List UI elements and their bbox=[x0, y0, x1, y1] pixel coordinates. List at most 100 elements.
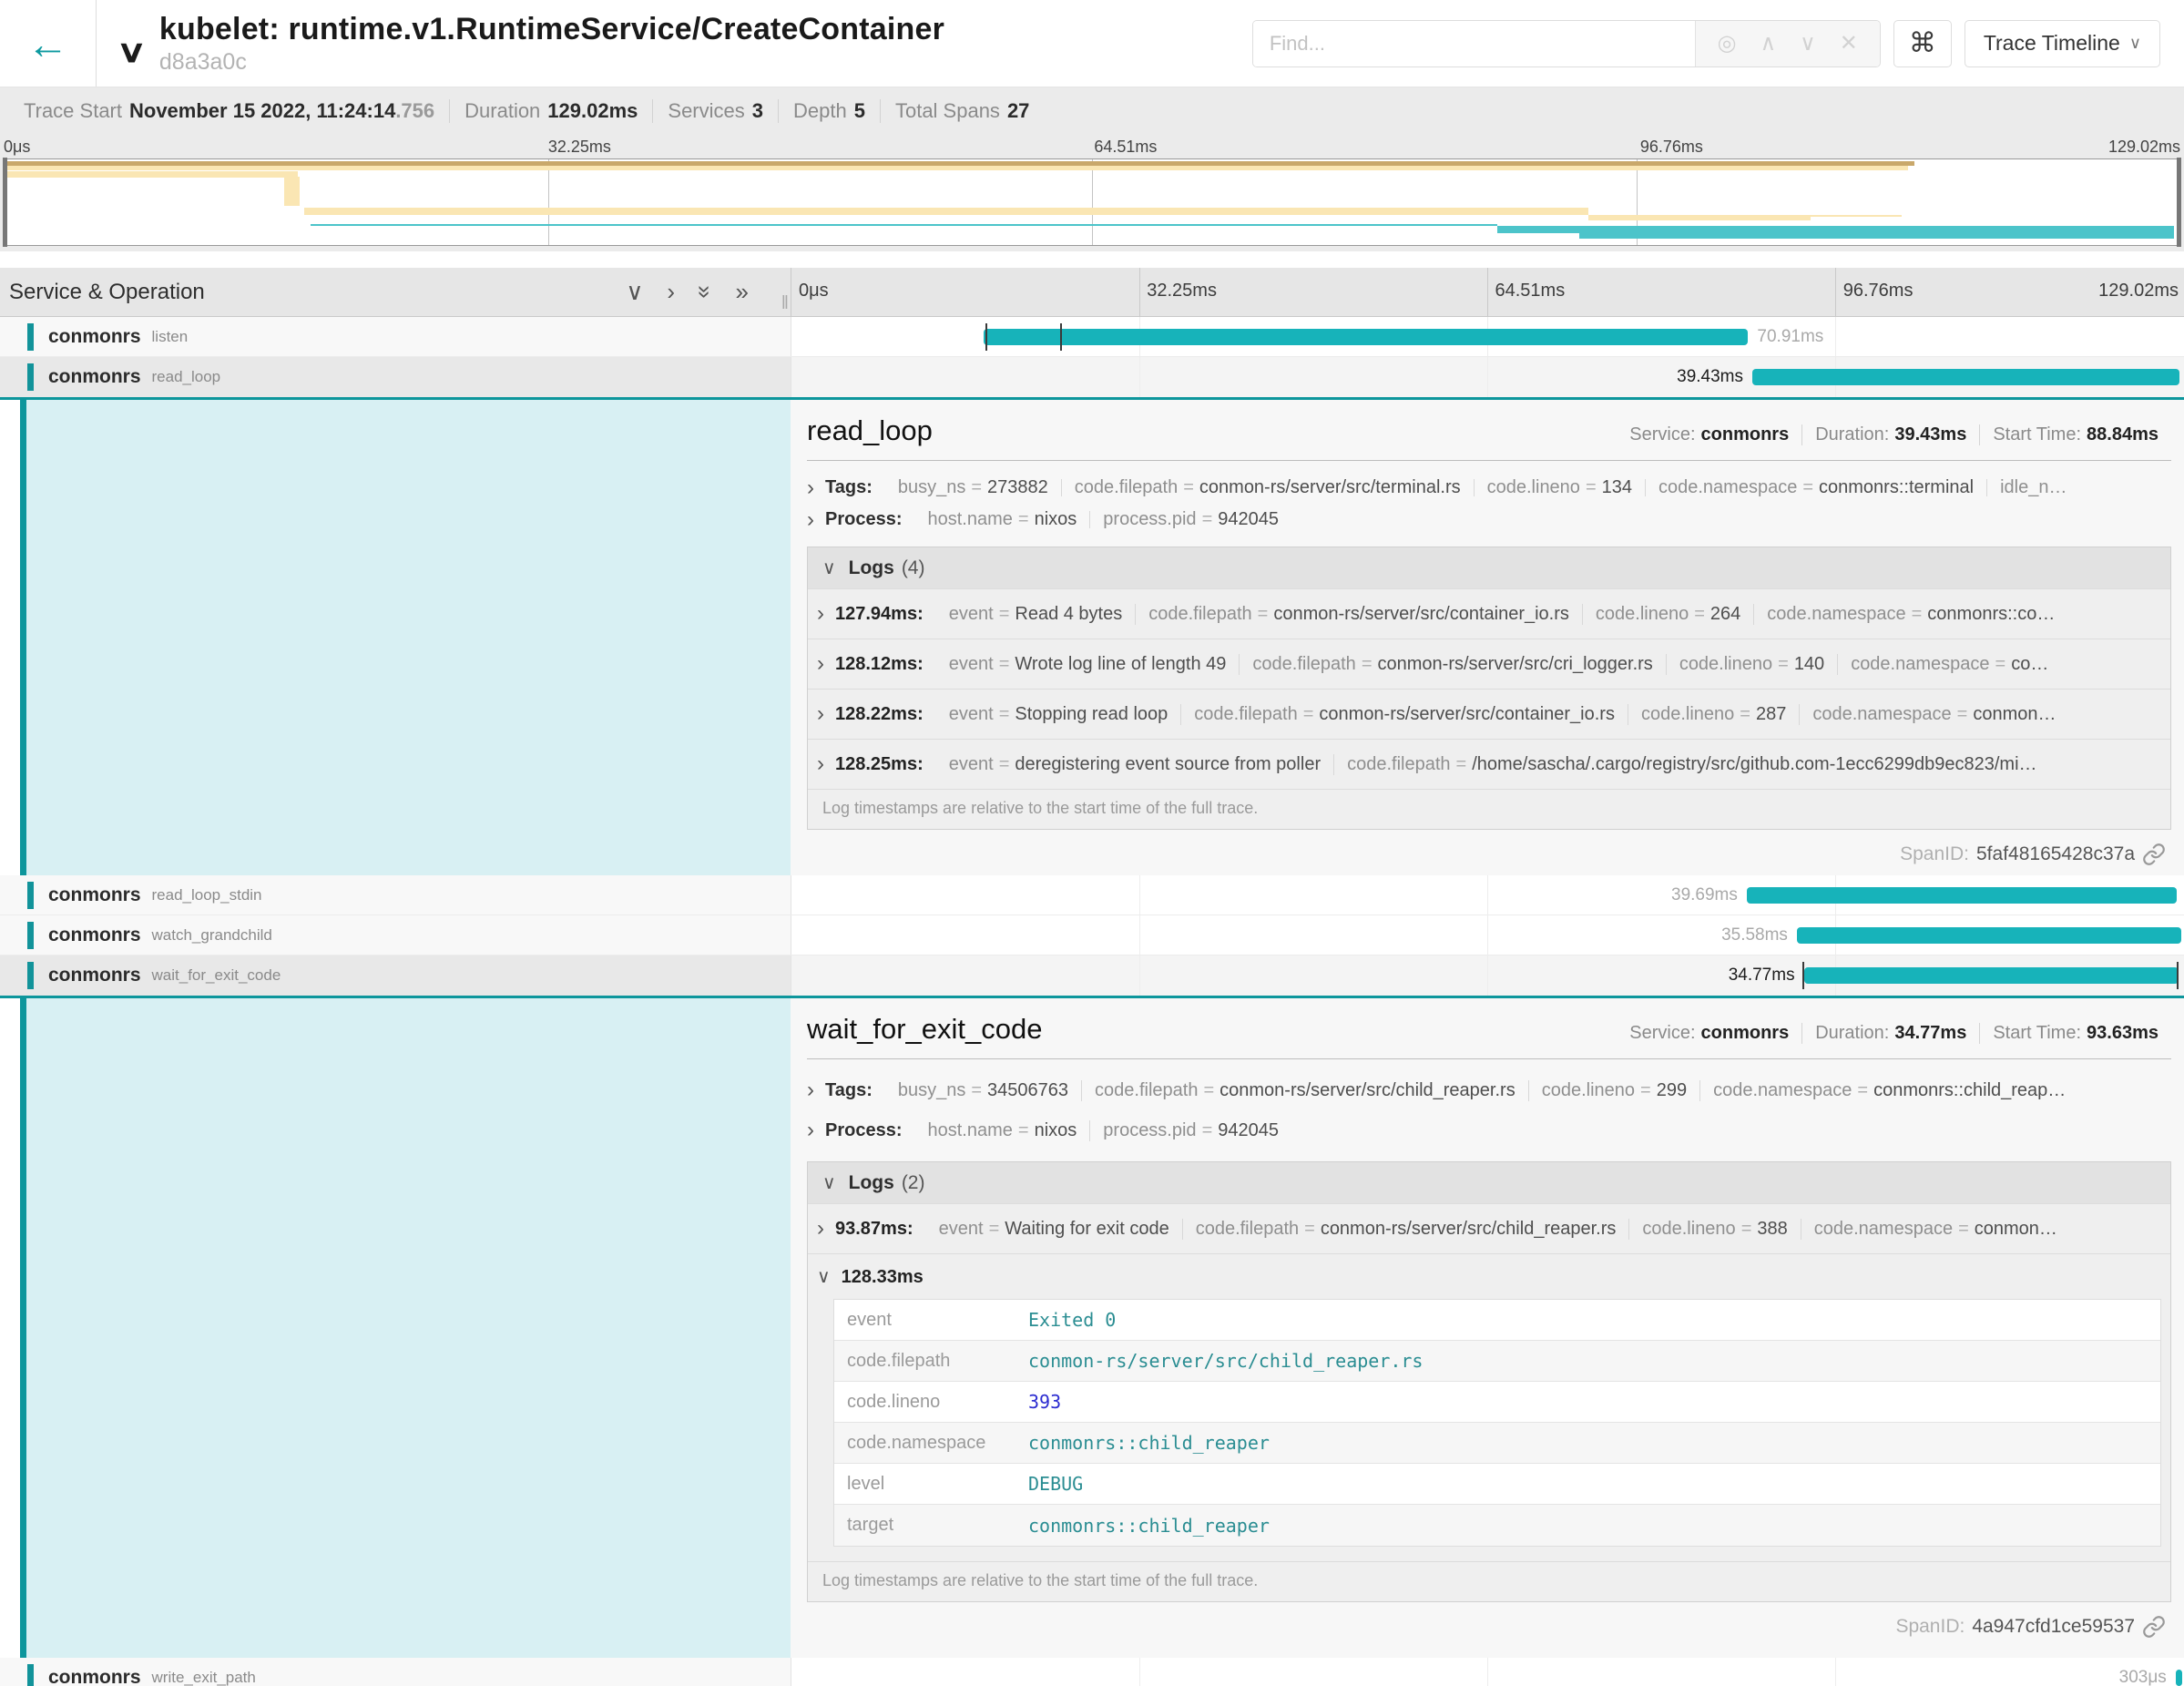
log-field-row: code.namespaceconmonrs::child_reaper bbox=[834, 1423, 2160, 1464]
view-selector-button[interactable]: Trace Timeline ∨ bbox=[1965, 20, 2160, 67]
span-detail-panel: wait_for_exit_codeService:conmonrsDurati… bbox=[0, 998, 2184, 1658]
attribute-field: event=Read 4 bytes bbox=[936, 604, 1135, 625]
expand-all-icon[interactable]: » bbox=[736, 278, 749, 306]
find-input[interactable] bbox=[1253, 21, 1695, 66]
expander-chevron-icon[interactable]: › bbox=[817, 1216, 824, 1242]
service-name: conmonrs bbox=[48, 965, 141, 986]
detail-meta-value: 88.84ms bbox=[2087, 424, 2158, 444]
next-match-icon[interactable]: ∨ bbox=[1800, 30, 1816, 56]
collapse-one-icon[interactable]: ∨ bbox=[626, 278, 643, 306]
process-row-label: Process: bbox=[825, 1120, 903, 1141]
span-duration-bar[interactable] bbox=[1747, 887, 2177, 904]
copy-link-icon[interactable] bbox=[2142, 843, 2166, 866]
expander-chevron-icon[interactable]: › bbox=[817, 601, 824, 627]
service-color-marker bbox=[27, 363, 34, 391]
minimap-canvas[interactable] bbox=[3, 158, 2181, 246]
minimap-right-handle[interactable] bbox=[2177, 158, 2181, 247]
attribute-field: process.pid=942045 bbox=[1089, 1120, 1291, 1141]
detail-meta-item: Duration:39.43ms bbox=[1801, 424, 1979, 445]
span-name-cell[interactable]: conmonrswatch_grandchild bbox=[0, 915, 791, 955]
expander-chevron-icon[interactable]: › bbox=[807, 1078, 814, 1103]
keyboard-shortcuts-button[interactable]: ⌘ bbox=[1893, 20, 1952, 67]
expander-chevron-icon[interactable]: › bbox=[807, 1118, 814, 1143]
divider bbox=[807, 460, 2171, 461]
expanded-log-entry[interactable]: ∨128.33ms bbox=[808, 1253, 2170, 1293]
logs-header[interactable]: ∨Logs(2) bbox=[808, 1162, 2170, 1203]
expand-one-icon[interactable]: › bbox=[667, 278, 675, 306]
expander-chevron-icon[interactable]: › bbox=[807, 511, 814, 528]
log-entry[interactable]: ›128.22ms:event=Stopping read loopcode.f… bbox=[808, 689, 2170, 739]
operation-name: listen bbox=[152, 328, 189, 346]
detail-content: read_loopService:conmonrsDuration:39.43m… bbox=[791, 400, 2184, 875]
span-duration-bar[interactable] bbox=[984, 329, 1748, 345]
span-name-cell[interactable]: conmonrsread_loop_stdin bbox=[0, 875, 791, 915]
clear-search-icon[interactable]: ✕ bbox=[1840, 30, 1858, 56]
equals-sign: = bbox=[1303, 704, 1314, 724]
minimap-span-bar bbox=[311, 224, 1497, 226]
attribute-value: conmonrs::terminal bbox=[1819, 479, 1974, 496]
span-name-cell[interactable]: conmonrs wait_for_exit_code bbox=[0, 955, 791, 996]
attribute-field: code.namespace=conmon… bbox=[1799, 704, 2068, 725]
log-entry[interactable]: ›128.12ms:event=Wrote log line of length… bbox=[808, 639, 2170, 689]
expander-chevron-icon[interactable]: › bbox=[807, 479, 814, 496]
detail-meta-value: conmonrs bbox=[1701, 424, 1790, 444]
attribute-value: 264 bbox=[1710, 604, 1740, 624]
equals-sign: = bbox=[999, 704, 1010, 724]
expander-chevron-icon[interactable]: › bbox=[817, 701, 824, 727]
locate-icon[interactable]: ◎ bbox=[1718, 30, 1737, 56]
header: ← ∨ kubelet: runtime.v1.RuntimeService/C… bbox=[0, 0, 2184, 87]
minimap-tick: 96.76ms bbox=[1640, 138, 1703, 157]
attribute-value: conmonrs::co… bbox=[1927, 604, 2055, 624]
minimap-left-handle[interactable] bbox=[3, 158, 7, 247]
attribute-key: host.name bbox=[928, 511, 1013, 528]
expander-chevron-icon[interactable]: › bbox=[817, 651, 824, 677]
log-entry[interactable]: ›128.25ms:event=deregistering event sour… bbox=[808, 739, 2170, 789]
trace-collapse-chevron-icon[interactable]: ∨ bbox=[117, 34, 148, 70]
log-fields-table: eventExited 0code.filepathconmon-rs/serv… bbox=[833, 1299, 2161, 1547]
attribute-key: process.pid bbox=[1103, 511, 1196, 528]
log-field-value: conmonrs::child_reaper bbox=[1021, 1506, 1277, 1546]
span-rows: conmonrslisten70.91msconmonrsread_loop39… bbox=[0, 317, 2184, 1686]
attribute-value: Waiting for exit code bbox=[1005, 1219, 1169, 1239]
span-timeline-cell: 70.91ms bbox=[791, 317, 2184, 356]
service-color-marker bbox=[27, 962, 34, 989]
trace-duration: Duration129.02ms bbox=[449, 99, 652, 123]
span-name-cell[interactable]: conmonrsread_loop bbox=[0, 357, 791, 397]
find-icon-group: ◎ ∧ ∨ ✕ bbox=[1695, 21, 1880, 66]
column-resizer[interactable]: ‖ bbox=[781, 293, 789, 314]
attribute-key: code.lineno bbox=[1487, 479, 1580, 496]
expander-chevron-icon[interactable]: › bbox=[817, 751, 824, 777]
span-name-cell[interactable]: conmonrswrite_exit_path bbox=[0, 1658, 791, 1686]
detail-meta-item: Duration:34.77ms bbox=[1801, 1023, 1979, 1044]
equals-sign: = bbox=[1202, 1120, 1213, 1140]
equals-sign: = bbox=[1304, 1219, 1315, 1239]
minimap-span-bar bbox=[1497, 226, 2174, 233]
attribute-key: host.name bbox=[928, 1120, 1013, 1140]
attribute-value: conmon… bbox=[1973, 704, 2056, 724]
operation-name: wait_for_exit_code bbox=[152, 966, 281, 985]
copy-link-icon[interactable] bbox=[2142, 1615, 2166, 1639]
log-entry[interactable]: ›93.87ms:event=Waiting for exit codecode… bbox=[808, 1203, 2170, 1253]
span-duration-bar[interactable] bbox=[1804, 967, 2179, 984]
equals-sign: = bbox=[1183, 479, 1194, 496]
logs-header[interactable]: ∨Logs(4) bbox=[808, 547, 2170, 588]
attribute-key: code.namespace bbox=[1767, 604, 1905, 624]
attribute-key: event bbox=[939, 1219, 984, 1239]
collapse-all-icon[interactable]: » bbox=[691, 285, 719, 298]
prev-match-icon[interactable]: ∧ bbox=[1760, 30, 1777, 56]
detail-meta-label: Service: bbox=[1629, 1023, 1695, 1043]
process-row: ›Process:host.name=nixosprocess.pid=9420… bbox=[807, 511, 2171, 528]
equals-sign: = bbox=[999, 754, 1010, 774]
equals-sign: = bbox=[1203, 1080, 1214, 1100]
attribute-field: event=Wrote log line of length 49 bbox=[936, 654, 1240, 675]
attribute-value: conmon-rs/server/src/terminal.rs bbox=[1199, 479, 1461, 496]
attribute-field: code.namespace=co… bbox=[1837, 654, 2061, 675]
back-button[interactable]: ← bbox=[0, 0, 97, 87]
span-duration-bar[interactable] bbox=[1797, 927, 2181, 944]
span-name-cell[interactable]: conmonrslisten bbox=[0, 317, 791, 356]
log-entry[interactable]: ›127.94ms:event=Read 4 bytescode.filepat… bbox=[808, 588, 2170, 639]
span-duration-bar[interactable] bbox=[1752, 369, 2179, 385]
detail-meta-label: Service: bbox=[1629, 424, 1695, 444]
span-duration-bar[interactable] bbox=[2176, 1670, 2183, 1686]
log-field-value: conmon-rs/server/src/child_reaper.rs bbox=[1021, 1341, 1430, 1381]
